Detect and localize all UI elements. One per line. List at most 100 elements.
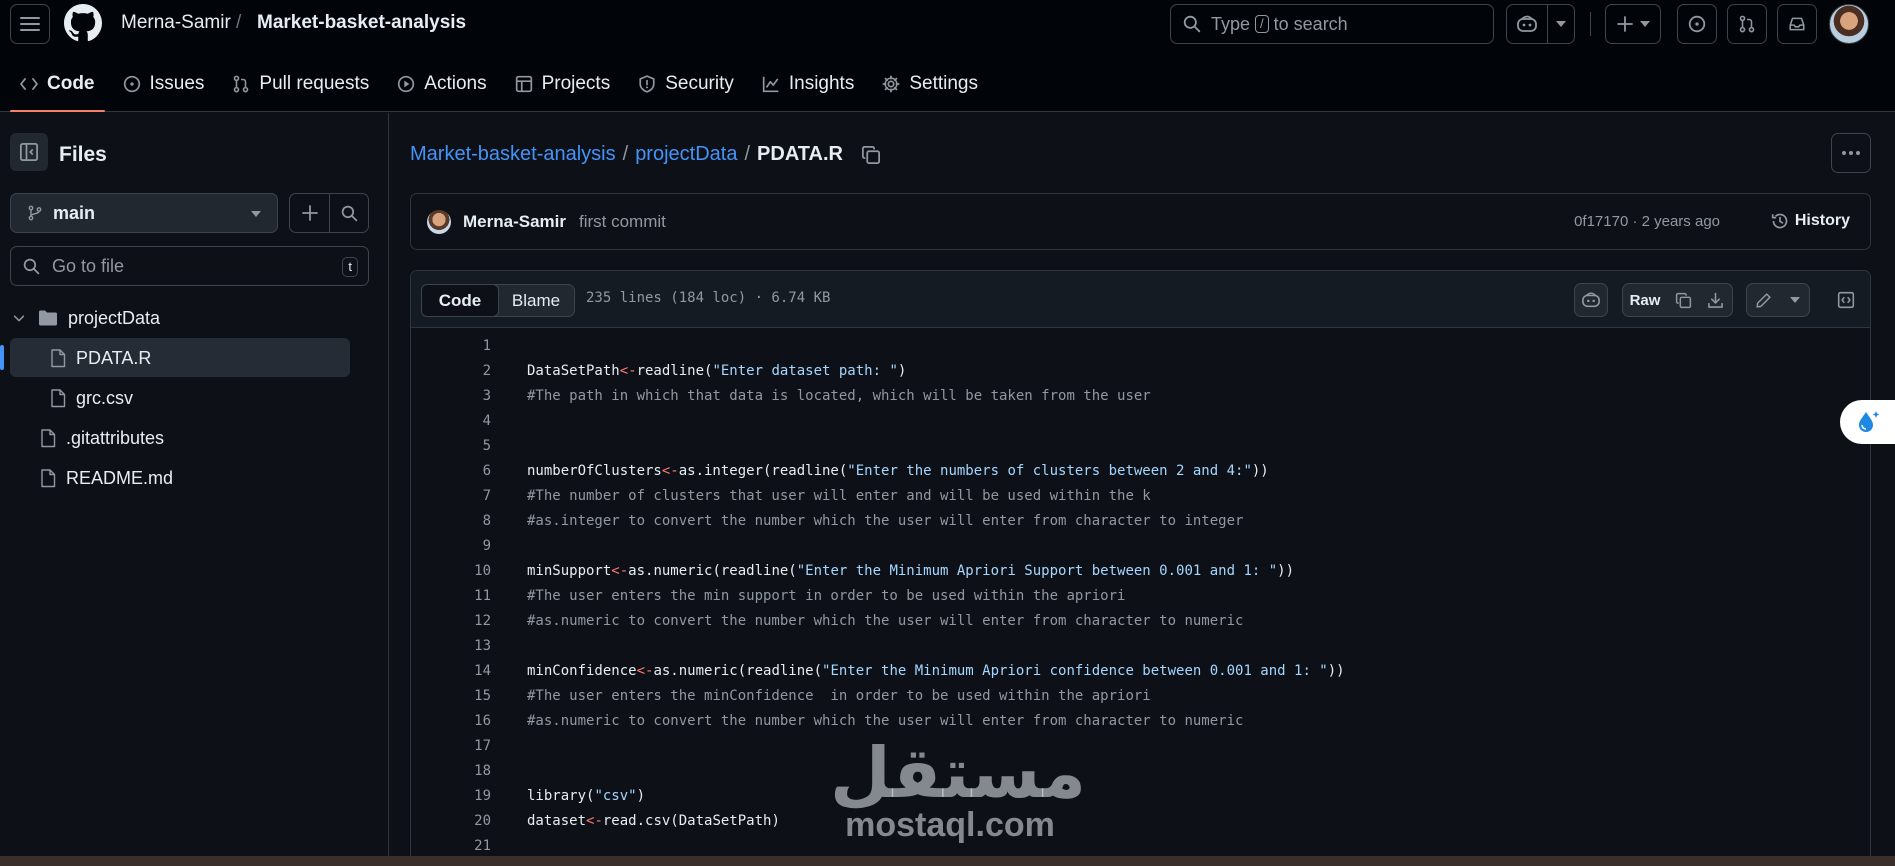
copy-path-button[interactable] bbox=[861, 145, 881, 165]
pull-requests-button[interactable] bbox=[1727, 4, 1767, 44]
line-number[interactable]: 10 bbox=[421, 563, 491, 579]
copy-icon bbox=[1675, 292, 1691, 308]
code-line: numberOfClusters<-as.integer(readline("E… bbox=[527, 463, 1269, 479]
folder-open-icon bbox=[39, 310, 57, 326]
code-token: as.integer(readline( bbox=[678, 463, 848, 479]
user-avatar[interactable] bbox=[1829, 4, 1869, 44]
code-line: minConfidence<-as.numeric(readline("Ente… bbox=[527, 663, 1345, 679]
global-search-input[interactable]: Type / to search bbox=[1170, 4, 1494, 44]
code-view-button[interactable]: Code bbox=[421, 284, 499, 317]
tab-settings[interactable]: Settings bbox=[872, 64, 988, 104]
tree-label: PDATA.R bbox=[76, 347, 152, 368]
line-number[interactable]: 11 bbox=[421, 588, 491, 604]
create-new-button[interactable] bbox=[1605, 4, 1661, 44]
tree-file-readme[interactable]: README.md bbox=[40, 459, 173, 497]
triangle-down-icon bbox=[1789, 297, 1800, 303]
line-number[interactable]: 9 bbox=[421, 538, 491, 554]
tab-label: Issues bbox=[149, 73, 205, 94]
view-toggle: Code Blame bbox=[421, 284, 575, 317]
copilot-icon bbox=[1517, 15, 1537, 32]
add-file-button[interactable] bbox=[289, 193, 330, 233]
owner-link[interactable]: Merna-Samir bbox=[121, 12, 231, 34]
raw-button[interactable]: Raw bbox=[1622, 283, 1668, 317]
history-icon bbox=[1771, 213, 1788, 229]
file-viewer: Code Blame 235 lines (184 loc) · 6.74 KB… bbox=[410, 270, 1871, 866]
copilot-ask-button[interactable] bbox=[1574, 283, 1608, 317]
go-to-file-input[interactable]: Go to file t bbox=[10, 246, 369, 286]
edit-options-button[interactable] bbox=[1780, 283, 1810, 317]
line-number[interactable]: 5 bbox=[421, 438, 491, 454]
tree-file-gitattributes[interactable]: .gitattributes bbox=[40, 419, 164, 457]
branch-selector[interactable]: main bbox=[10, 193, 278, 233]
collapse-sidebar-button[interactable] bbox=[10, 133, 48, 171]
tree-file-pdata-r[interactable]: PDATA.R bbox=[50, 339, 151, 377]
history-button[interactable]: History bbox=[1771, 212, 1850, 230]
commit-author-avatar[interactable] bbox=[427, 210, 451, 234]
copilot-button[interactable] bbox=[1506, 4, 1548, 44]
global-header: Merna-Samir / Market-basket-analysis Typ… bbox=[0, 0, 1895, 112]
line-number[interactable]: 16 bbox=[421, 713, 491, 729]
commit-message[interactable]: first commit bbox=[579, 212, 666, 232]
water-drop-icon bbox=[1858, 411, 1879, 432]
code-line: #as.numeric to convert the number which … bbox=[527, 613, 1243, 629]
tab-actions[interactable]: Actions bbox=[387, 64, 496, 104]
tree-file-grc-csv[interactable]: grc.csv bbox=[50, 379, 133, 417]
issues-button[interactable] bbox=[1677, 4, 1717, 44]
code-token: )) bbox=[1251, 463, 1269, 479]
commit-sha-and-time[interactable]: 0f17170 · 2 years ago bbox=[1574, 213, 1720, 230]
line-number[interactable]: 6 bbox=[421, 463, 491, 479]
tree-folder-projectdata[interactable]: projectData bbox=[12, 299, 160, 337]
download-raw-button[interactable] bbox=[1699, 283, 1733, 317]
copilot-menu-button[interactable] bbox=[1547, 4, 1575, 44]
line-number[interactable]: 15 bbox=[421, 688, 491, 704]
code-token: library( bbox=[527, 788, 595, 804]
line-number[interactable]: 7 bbox=[421, 488, 491, 504]
tab-insights[interactable]: Insights bbox=[752, 64, 864, 104]
line-number[interactable]: 8 bbox=[421, 513, 491, 529]
breadcrumb-folder-link[interactable]: projectData bbox=[635, 143, 737, 166]
plus-icon bbox=[1616, 16, 1633, 32]
line-number[interactable]: 3 bbox=[421, 388, 491, 404]
tab-issues[interactable]: Issues bbox=[113, 64, 215, 104]
code-line: #The user enters the min support in orde… bbox=[527, 588, 1125, 604]
code-line: #The user enters the minConfidence in or… bbox=[527, 688, 1151, 704]
line-number[interactable]: 2 bbox=[421, 363, 491, 379]
menu-button[interactable] bbox=[10, 4, 50, 44]
tab-projects[interactable]: Projects bbox=[505, 64, 621, 104]
inbox-button[interactable] bbox=[1777, 4, 1817, 44]
git-pull-request-icon bbox=[1739, 15, 1755, 33]
breadcrumb-repo-link[interactable]: Market-basket-analysis bbox=[410, 143, 616, 166]
file-icon bbox=[51, 348, 66, 367]
more-options-button[interactable] bbox=[1831, 133, 1871, 173]
line-number[interactable]: 13 bbox=[421, 638, 491, 654]
tab-code[interactable]: Code bbox=[10, 64, 105, 112]
line-number[interactable]: 20 bbox=[421, 813, 491, 829]
code-token: #as.numeric to convert the number which … bbox=[527, 713, 1244, 729]
search-files-button[interactable] bbox=[330, 193, 369, 233]
symbols-panel-button[interactable] bbox=[1829, 283, 1863, 317]
breadcrumb-current-file: PDATA.R bbox=[757, 143, 843, 165]
copy-raw-button[interactable] bbox=[1667, 283, 1700, 317]
code-line: #as.numeric to convert the number which … bbox=[527, 713, 1243, 729]
line-number[interactable]: 14 bbox=[421, 663, 491, 679]
edit-file-button[interactable] bbox=[1746, 283, 1781, 317]
commit-author[interactable]: Merna-Samir bbox=[463, 212, 566, 232]
search-placeholder-suffix: to search bbox=[1273, 13, 1348, 34]
github-logo-icon[interactable] bbox=[64, 4, 102, 42]
code-token: readline( bbox=[636, 363, 713, 379]
line-number[interactable]: 4 bbox=[421, 413, 491, 429]
file-icon bbox=[41, 468, 56, 487]
tree-label: .gitattributes bbox=[66, 427, 165, 448]
line-number[interactable]: 1 bbox=[421, 338, 491, 354]
tab-pull-requests[interactable]: Pull requests bbox=[222, 64, 379, 104]
floating-extension-button[interactable] bbox=[1840, 400, 1895, 444]
line-number[interactable]: 12 bbox=[421, 613, 491, 629]
line-number[interactable]: 21 bbox=[421, 838, 491, 854]
line-number[interactable]: 18 bbox=[421, 763, 491, 779]
line-number[interactable]: 19 bbox=[421, 788, 491, 804]
tab-security[interactable]: Security bbox=[628, 64, 744, 104]
code-token: as.numeric(readline( bbox=[628, 563, 797, 579]
repo-link[interactable]: Market-basket-analysis bbox=[257, 12, 466, 34]
blame-view-button[interactable]: Blame bbox=[498, 285, 574, 316]
line-number[interactable]: 17 bbox=[421, 738, 491, 754]
